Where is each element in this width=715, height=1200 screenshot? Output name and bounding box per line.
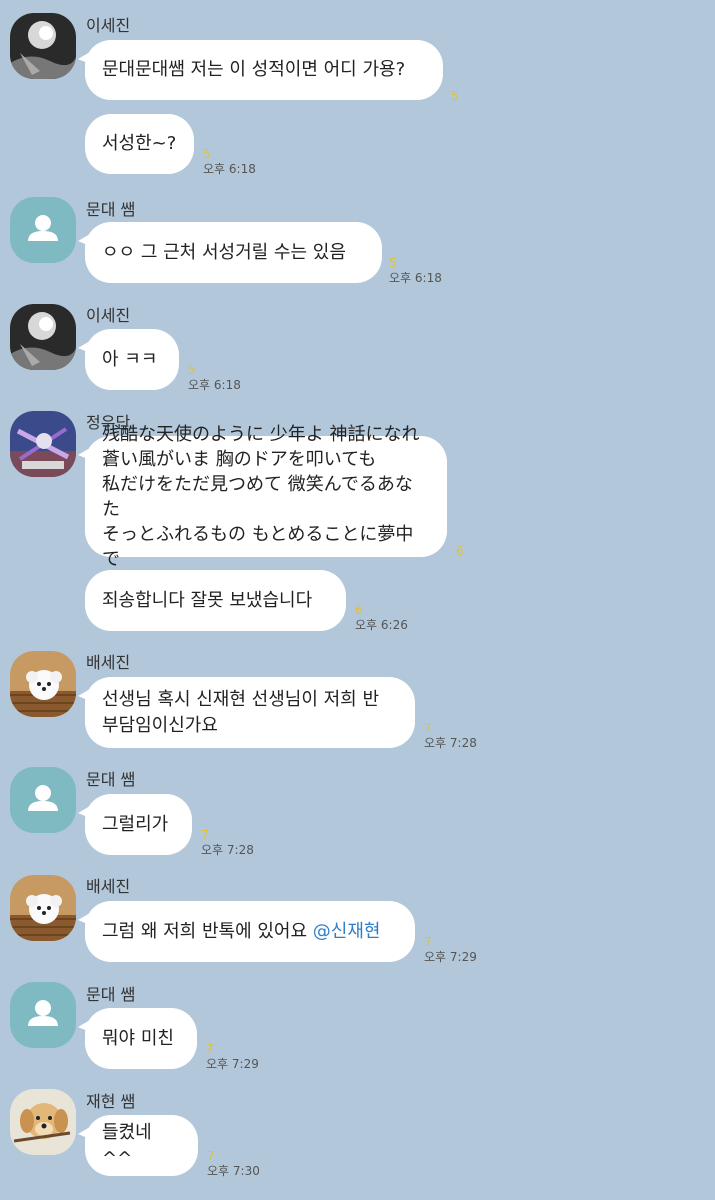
unread-count: 7 <box>206 1042 214 1056</box>
avatar-photo-dark[interactable] <box>10 13 76 79</box>
unread-count: 5 <box>389 256 397 270</box>
message-time: 오후 6:26 <box>355 618 408 632</box>
unread-count: 5 <box>451 89 459 103</box>
message-time: 오후 7:30 <box>207 1164 260 1178</box>
message-text: 죄송합니다 잘못 보냈습니다 <box>102 589 313 611</box>
anime-art-avatar-icon <box>10 411 76 477</box>
message-bubble[interactable]: 문대문대쌤 저는 이 성적이면 어디 가용? <box>78 40 443 100</box>
message-time: 오후 6:18 <box>203 162 256 176</box>
message-text: ㅇㅇ 그 근처 서성거릴 수는 있음 <box>102 241 346 263</box>
sender-name: 이세진 <box>86 16 131 35</box>
message-time: 오후 7:28 <box>201 843 254 857</box>
unread-count: 7 <box>201 828 209 842</box>
puppy-avatar-icon <box>10 1089 76 1155</box>
sender-name: 배세진 <box>86 653 131 672</box>
avatar-white-dog[interactable] <box>10 651 76 717</box>
message-text: 들켰네 ^^ <box>102 1121 152 1169</box>
message-time: 오후 7:29 <box>424 950 477 964</box>
message-bubble[interactable]: 그럴리가 <box>78 794 192 855</box>
message-time: 오후 6:18 <box>389 271 442 285</box>
message-bubble[interactable]: 뭐야 미친 <box>78 1008 197 1069</box>
avatar-default[interactable] <box>10 197 76 263</box>
sender-name: 배세진 <box>86 877 131 896</box>
unread-count: 6 <box>456 544 464 558</box>
message-text: 그럼 왜 저희 반톡에 있어요 @신재현 <box>102 919 380 945</box>
unread-count: 7 <box>207 1149 215 1163</box>
unread-count: 7 <box>424 721 432 735</box>
white-dog-avatar-icon <box>10 875 76 941</box>
default-person-icon <box>10 197 76 263</box>
message-text: 아 ㅋㅋ <box>102 348 158 370</box>
sender-name: 이세진 <box>86 306 131 325</box>
avatar-anime-art[interactable] <box>10 411 76 477</box>
sender-name: 문대 쌤 <box>86 770 136 789</box>
message-text: 선생님 혹시 신재현 선생님이 저희 반 부담임이신가요 <box>102 688 380 736</box>
message-bubble[interactable]: 서성한~? <box>85 114 194 174</box>
message-bubble[interactable]: 들켰네 ^^ <box>78 1115 198 1176</box>
white-dog-avatar-icon <box>10 651 76 717</box>
message-time: 오후 7:29 <box>206 1057 259 1071</box>
message-bubble[interactable]: 아 ㅋㅋ <box>78 329 179 390</box>
mention-link[interactable]: @신재현 <box>313 921 381 942</box>
unread-count: 6 <box>355 603 363 617</box>
sender-name: 문대 쌤 <box>86 200 136 219</box>
message-time: 오후 7:28 <box>424 736 477 750</box>
default-person-icon <box>10 982 76 1048</box>
message-bubble[interactable]: ㅇㅇ 그 근처 서성거릴 수는 있음 <box>78 222 382 283</box>
message-text: 뭐야 미친 <box>102 1027 174 1049</box>
avatar-default[interactable] <box>10 982 76 1048</box>
photo-dark-avatar-icon <box>10 13 76 79</box>
default-person-icon <box>10 767 76 833</box>
message-text-body: 그럼 왜 저희 반톡에 있어요 <box>102 920 313 942</box>
unread-count: 7 <box>424 935 432 949</box>
sender-name: 문대 쌤 <box>86 985 136 1004</box>
avatar-puppy[interactable] <box>10 1089 76 1155</box>
avatar-white-dog[interactable] <box>10 875 76 941</box>
avatar-photo-dark[interactable] <box>10 304 76 370</box>
unread-count: 5 <box>203 147 211 161</box>
message-text: 서성한~? <box>102 133 177 154</box>
message-time: 오후 6:18 <box>188 378 241 392</box>
message-bubble[interactable]: 선생님 혹시 신재현 선생님이 저희 반 부담임이신가요 <box>78 677 415 748</box>
message-bubble[interactable]: 그럼 왜 저희 반톡에 있어요 @신재현 <box>78 901 415 962</box>
message-text: 문대문대쌤 저는 이 성적이면 어디 가용? <box>102 59 406 80</box>
sender-name: 재현 쌤 <box>86 1092 136 1111</box>
message-bubble[interactable]: 죄송합니다 잘못 보냈습니다 <box>85 570 346 631</box>
unread-count: 5 <box>188 363 196 377</box>
avatar-default[interactable] <box>10 767 76 833</box>
message-bubble[interactable]: 残酷な天使のように 少年よ 神話になれ 蒼い風がいま 胸のドアを叩いても 私だけ… <box>78 424 447 570</box>
message-text: 그럴리가 <box>102 813 169 835</box>
photo-dark-avatar-icon <box>10 304 76 370</box>
message-text: 残酷な天使のように 少年よ 神話になれ 蒼い風がいま 胸のドアを叩いても 私だけ… <box>102 423 420 570</box>
